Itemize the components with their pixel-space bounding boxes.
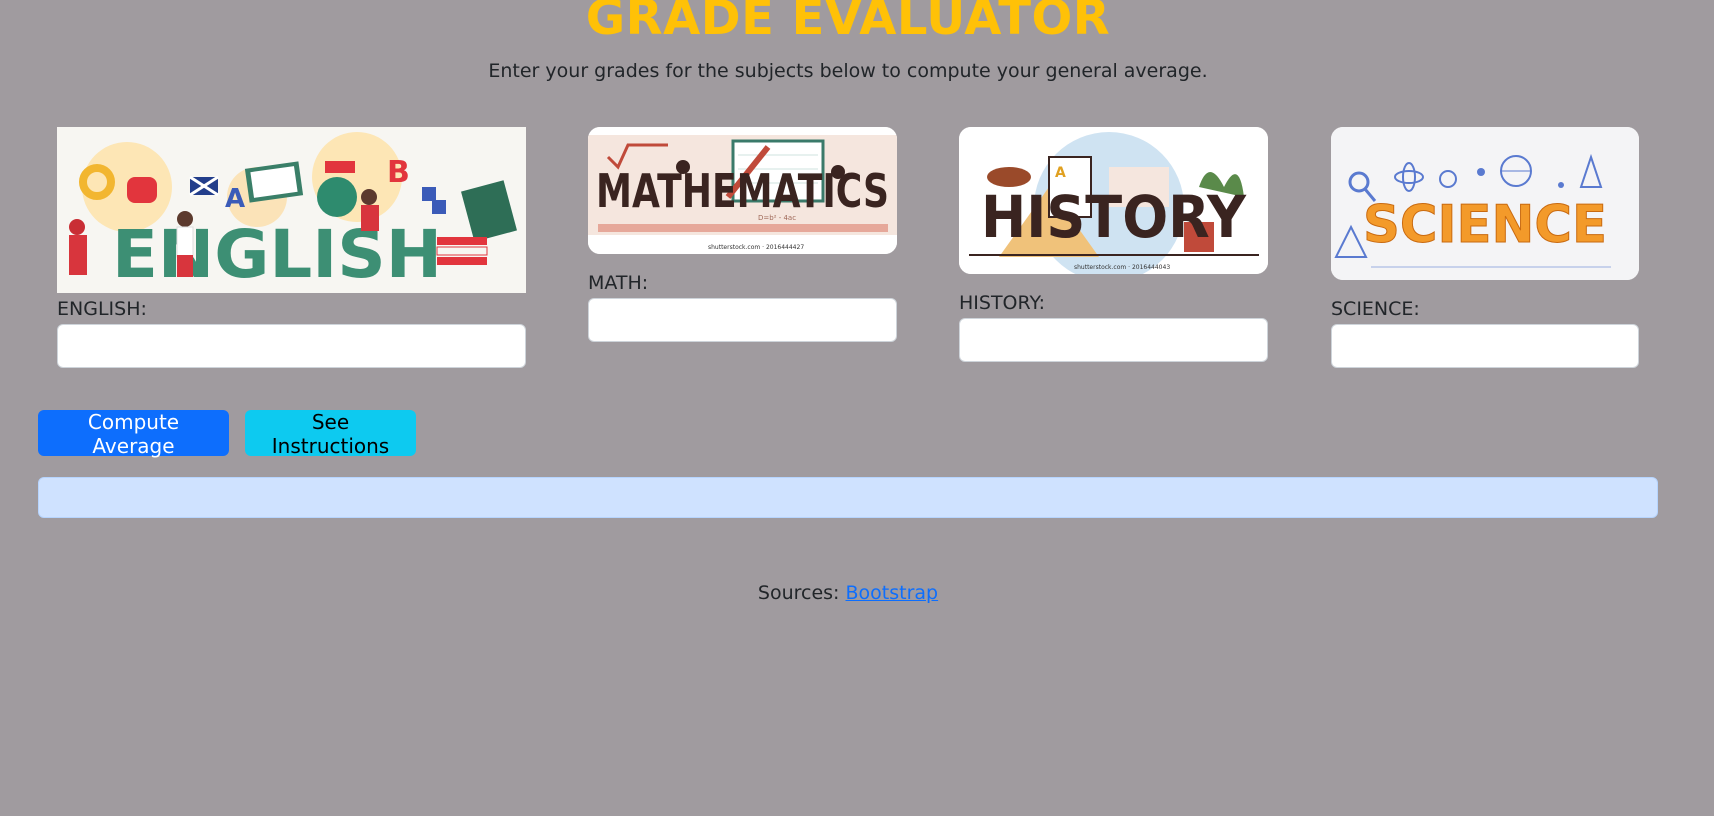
page-subtitle: Enter your grades for the subjects below…: [488, 60, 1208, 82]
compute-average-button[interactable]: Compute Average: [38, 410, 229, 458]
svg-text:SCIENCE: SCIENCE: [1363, 195, 1607, 255]
svg-text:ENGLISH: ENGLISH: [112, 216, 442, 293]
mathematics-banner-image: MATHEMATICS D=b² - 4ac shutterstock.com …: [588, 127, 897, 254]
svg-text:B: B: [387, 155, 410, 190]
english-banner-image: B A ENGLISH: [57, 127, 526, 293]
sources-footer: Sources: Bootstrap: [0, 582, 1696, 604]
history-grade-input[interactable]: [959, 318, 1268, 362]
science-label: SCIENCE:: [1331, 298, 1420, 320]
english-label: ENGLISH:: [57, 298, 147, 320]
bootstrap-link[interactable]: Bootstrap: [846, 582, 939, 604]
science-grade-input[interactable]: [1331, 324, 1639, 368]
math-formula-text: D=b² - 4ac: [758, 214, 796, 222]
english-grade-input[interactable]: [57, 324, 526, 368]
result-alert: [38, 477, 1658, 518]
svg-text:MATHEMATICS: MATHEMATICS: [596, 164, 889, 218]
math-stock-caption: shutterstock.com · 2016444427: [708, 244, 804, 251]
history-banner-image: A HISTORY shutterstock.com · 2016444043: [959, 127, 1268, 274]
math-label: MATH:: [588, 272, 649, 294]
sources-label: Sources:: [757, 582, 840, 604]
history-stock-caption: shutterstock.com · 2016444043: [1074, 264, 1170, 271]
page-title: GRADE EVALUATOR: [585, 0, 1111, 46]
svg-text:A: A: [225, 184, 245, 214]
science-banner-image: SCIENCE: [1331, 127, 1639, 280]
svg-text:A: A: [1055, 165, 1066, 181]
math-grade-input[interactable]: [588, 298, 897, 342]
see-instructions-button[interactable]: See Instructions: [245, 410, 416, 458]
svg-text:HISTORY: HISTORY: [981, 183, 1247, 251]
history-label: HISTORY:: [959, 292, 1045, 314]
